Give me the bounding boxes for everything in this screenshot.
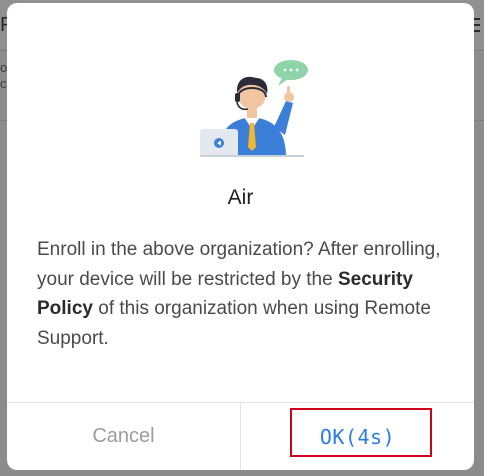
ok-button[interactable]: OK(4s) bbox=[241, 403, 474, 470]
enroll-message: Enroll in the above organization? After … bbox=[37, 235, 452, 353]
organization-name: Air bbox=[227, 186, 254, 209]
message-text: of this organization when using Remote S… bbox=[37, 298, 431, 349]
support-agent-illustration-icon bbox=[200, 60, 308, 157]
enroll-dialog: Air Enroll in the above organization? Af… bbox=[7, 3, 474, 470]
cancel-button[interactable]: Cancel bbox=[7, 403, 240, 470]
